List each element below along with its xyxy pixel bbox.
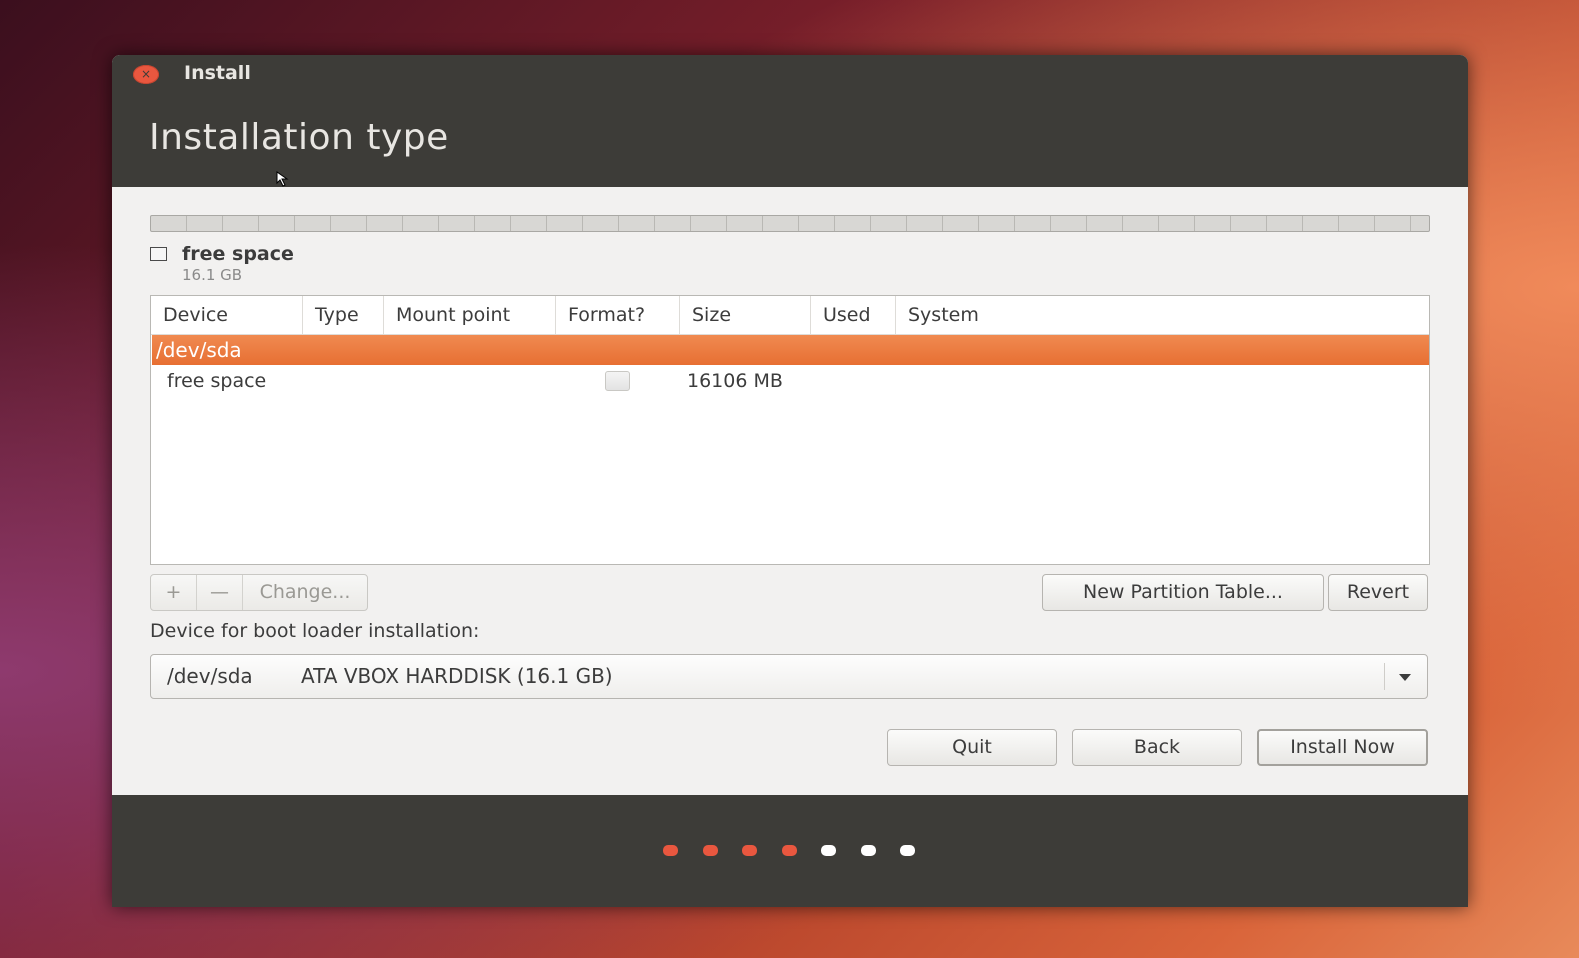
column-header-format[interactable]: Format? bbox=[556, 296, 680, 334]
free-space-legend-size: 16.1 GB bbox=[182, 266, 243, 284]
boot-loader-label: Device for boot loader installation: bbox=[150, 620, 480, 642]
format-checkbox[interactable] bbox=[605, 371, 630, 391]
progress-step-dot bbox=[742, 845, 757, 856]
table-row[interactable]: free space 16106 MB bbox=[151, 366, 1429, 396]
column-header-mount-point[interactable]: Mount point bbox=[384, 296, 556, 334]
close-icon[interactable]: × bbox=[133, 65, 159, 84]
column-header-size[interactable]: Size bbox=[680, 296, 811, 334]
remove-partition-button[interactable]: — bbox=[197, 575, 243, 610]
back-button[interactable]: Back bbox=[1072, 729, 1242, 766]
new-partition-table-button[interactable]: New Partition Table... bbox=[1042, 574, 1324, 611]
progress-step-dot bbox=[663, 845, 678, 856]
boot-loader-selected-device: /dev/sda bbox=[167, 664, 253, 688]
add-partition-button[interactable]: + bbox=[151, 575, 197, 610]
partition-table[interactable]: Device Type Mount point Format? Size Use… bbox=[150, 295, 1430, 565]
progress-step-dot bbox=[781, 845, 797, 856]
device-cell: /dev/sda bbox=[156, 338, 242, 362]
disk-usage-bar bbox=[150, 215, 1430, 232]
column-header-used[interactable]: Used bbox=[811, 296, 896, 334]
progress-step-dot bbox=[900, 845, 915, 856]
page-title: Installation type bbox=[149, 117, 449, 158]
partition-toolbar: + — Change... bbox=[150, 574, 368, 611]
column-header-system[interactable]: System bbox=[896, 296, 1429, 334]
free-space-legend-label: free space bbox=[182, 243, 294, 265]
table-header: Device Type Mount point Format? Size Use… bbox=[151, 296, 1429, 335]
progress-footer bbox=[112, 795, 1468, 907]
installer-window: × Install Installation type free space 1… bbox=[112, 55, 1468, 907]
window-title: Install bbox=[184, 62, 251, 84]
quit-button[interactable]: Quit bbox=[887, 729, 1057, 766]
chevron-down-icon[interactable] bbox=[1399, 674, 1411, 681]
table-row-selected[interactable]: /dev/sda bbox=[152, 335, 1429, 365]
boot-loader-device-select[interactable]: /dev/sda ATA VBOX HARDDISK (16.1 GB) bbox=[150, 654, 1428, 699]
column-header-device[interactable]: Device bbox=[151, 296, 303, 334]
progress-step-dot bbox=[821, 845, 836, 856]
device-cell: free space bbox=[167, 370, 267, 392]
mouse-pointer-icon bbox=[276, 171, 289, 187]
change-partition-button[interactable]: Change... bbox=[243, 575, 367, 610]
title-bar: × Install Installation type bbox=[112, 55, 1468, 187]
boot-loader-selected-description: ATA VBOX HARDDISK (16.1 GB) bbox=[301, 664, 613, 688]
free-space-legend-swatch bbox=[150, 247, 167, 261]
install-now-button[interactable]: Install Now bbox=[1257, 729, 1428, 766]
column-header-type[interactable]: Type bbox=[303, 296, 384, 334]
progress-step-dot bbox=[702, 845, 718, 856]
combo-separator bbox=[1384, 663, 1385, 690]
progress-step-dot bbox=[860, 845, 876, 856]
size-cell: 16106 MB bbox=[687, 370, 783, 392]
revert-button[interactable]: Revert bbox=[1328, 574, 1428, 611]
